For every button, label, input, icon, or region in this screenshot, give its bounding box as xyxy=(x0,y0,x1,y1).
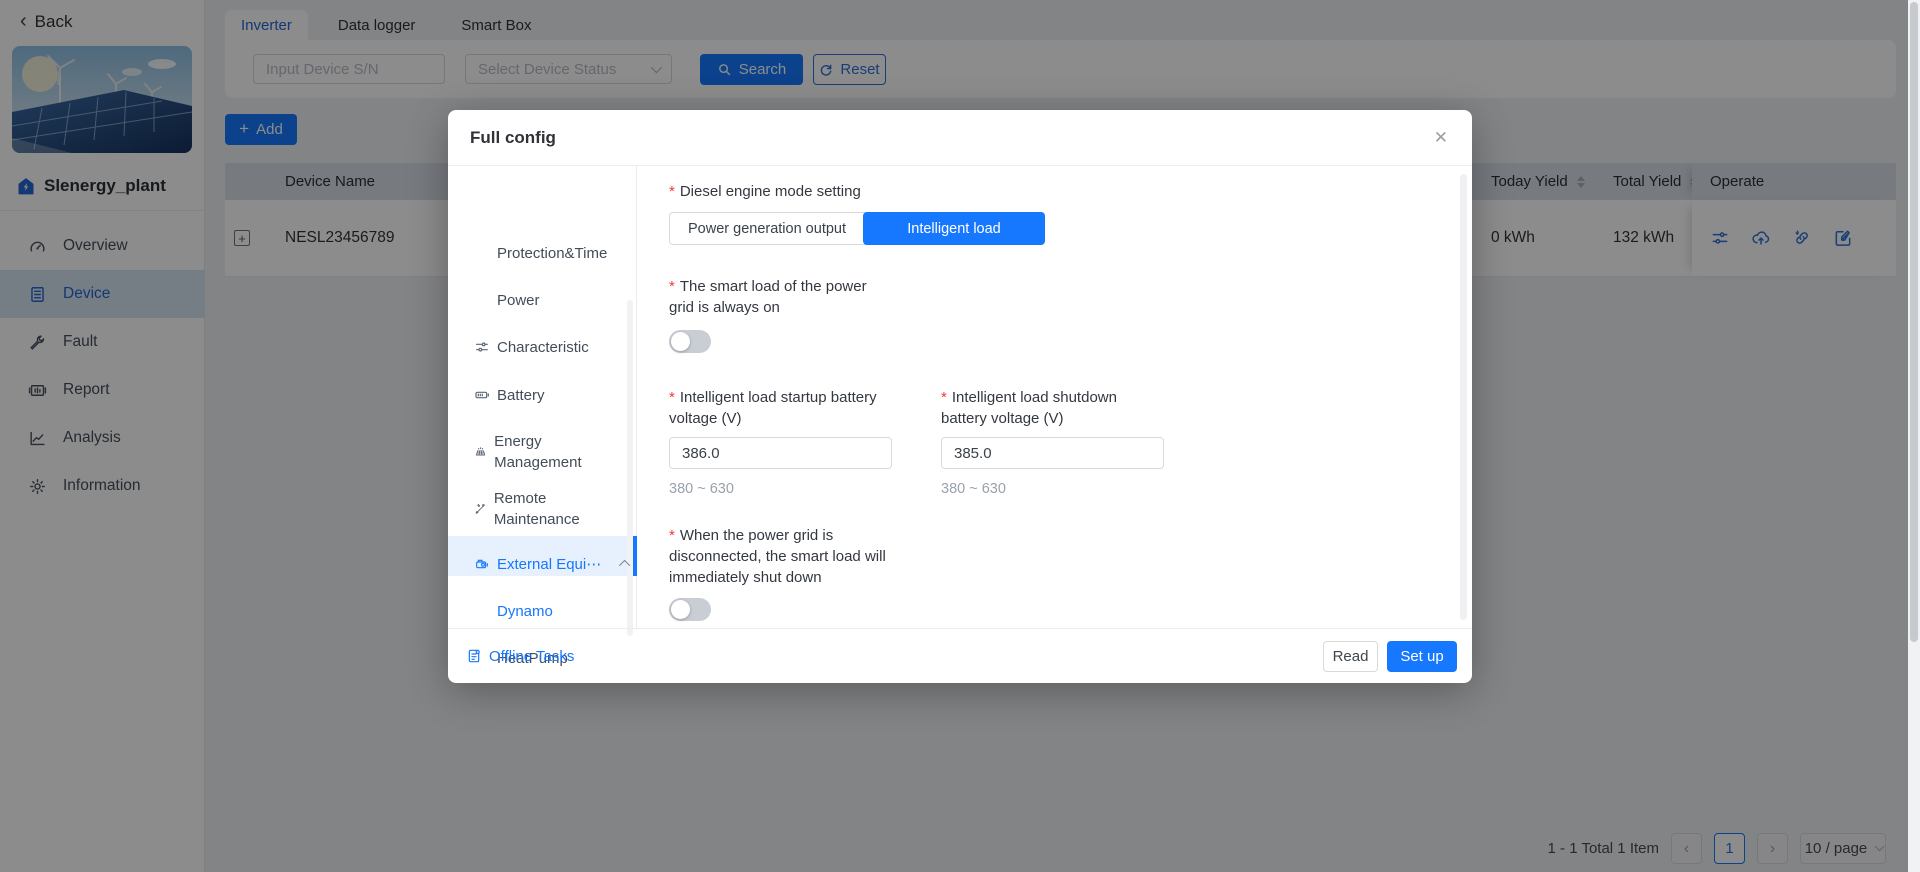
option-intelligent-load[interactable]: Intelligent load xyxy=(863,212,1045,245)
setup-button[interactable]: Set up xyxy=(1387,641,1457,672)
offline-tasks-link[interactable]: Offline Tasks xyxy=(466,648,574,665)
shutdown-voltage-input[interactable] xyxy=(941,437,1164,469)
full-config-modal: Full config ✕ Protection&Time Power Char… xyxy=(448,110,1472,683)
solar-panel-icon xyxy=(474,444,487,460)
modal-header: Full config ✕ xyxy=(448,110,1472,166)
nav-item-external-equipment[interactable]: External Equi⋯ xyxy=(448,549,637,579)
sliders-icon xyxy=(474,339,490,355)
toggle-knob xyxy=(671,332,690,351)
startup-voltage-range: 380 ~ 630 xyxy=(669,481,734,497)
startup-voltage-label: *Intelligent load startup battery voltag… xyxy=(669,387,921,429)
toggle-knob xyxy=(671,600,690,619)
tools-icon xyxy=(474,501,487,517)
task-document-icon xyxy=(466,648,482,664)
modal-title: Full config xyxy=(470,128,556,148)
modal-nav: Protection&Time Power Characteristic Bat… xyxy=(448,166,637,628)
modal-footer: Offline Tasks Read Set up xyxy=(448,628,1472,683)
nav-item-dynamo[interactable]: Dynamo xyxy=(448,596,637,626)
required-mark: * xyxy=(941,389,947,406)
required-mark: * xyxy=(669,527,675,544)
smart-load-label: *The smart load of the power grid is alw… xyxy=(669,276,874,318)
required-mark: * xyxy=(669,278,675,295)
shutdown-voltage-label: *Intelligent load shutdown battery volta… xyxy=(941,387,1153,429)
grid-disconnect-label: *When the power grid is disconnected, th… xyxy=(669,525,919,588)
required-mark: * xyxy=(669,183,675,200)
diesel-mode-segmented: Power generation output Intelligent load xyxy=(669,212,1045,245)
read-button[interactable]: Read xyxy=(1323,641,1378,672)
chevron-up-icon xyxy=(619,560,630,571)
device-management-page: ‹ Back xyxy=(0,0,1920,872)
nav-item-battery[interactable]: Battery xyxy=(448,380,637,410)
modal-scrollbar[interactable] xyxy=(1460,174,1467,620)
startup-voltage-input[interactable] xyxy=(669,437,892,469)
scrollbar-thumb[interactable] xyxy=(1910,2,1918,642)
smart-load-toggle[interactable] xyxy=(669,330,711,353)
option-power-generation-output[interactable]: Power generation output xyxy=(670,213,864,244)
battery-icon xyxy=(474,387,490,403)
nav-item-power[interactable]: Power xyxy=(448,285,637,315)
required-mark: * xyxy=(669,389,675,406)
grid-disconnect-toggle[interactable] xyxy=(669,598,711,621)
page-scrollbar[interactable] xyxy=(1908,0,1920,872)
nav-item-remote-maintenance[interactable]: Remote Maintenance xyxy=(448,488,608,530)
diesel-mode-label: *Diesel engine mode setting xyxy=(669,181,861,202)
shutdown-voltage-range: 380 ~ 630 xyxy=(941,481,1006,497)
nav-item-protection-time[interactable]: Protection&Time xyxy=(448,238,637,268)
generator-icon xyxy=(474,556,490,572)
nav-item-characteristic[interactable]: Characteristic xyxy=(448,332,637,362)
nav-item-energy-management[interactable]: Energy Management xyxy=(448,431,608,473)
close-icon[interactable]: ✕ xyxy=(1434,128,1448,148)
